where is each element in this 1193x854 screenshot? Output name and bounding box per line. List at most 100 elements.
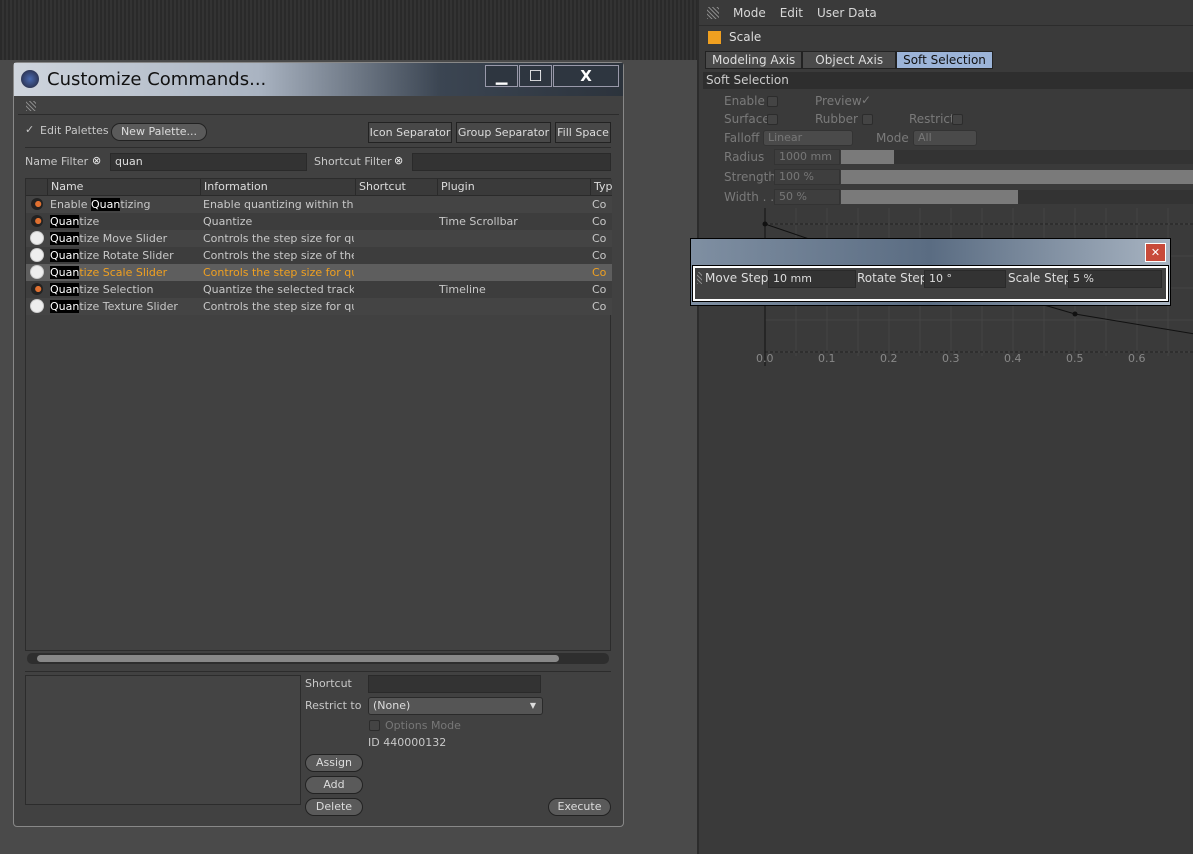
strength-label: Strength xyxy=(724,170,776,184)
table-row[interactable]: Enable Quantizing Enable quantizing with… xyxy=(26,196,612,213)
icon-separator-button[interactable]: Icon Separator xyxy=(368,122,452,143)
customize-commands-dialog: Customize Commands... ▁ ☐ X ✓ Edit Palet… xyxy=(13,62,624,827)
palette-preview xyxy=(25,675,301,805)
assign-button[interactable]: Assign xyxy=(305,754,363,772)
grip-icon[interactable] xyxy=(707,6,719,19)
width-label: Width . . xyxy=(724,190,775,204)
width-slider[interactable] xyxy=(841,190,1193,204)
falloff-label: Falloff xyxy=(724,131,760,145)
row-information: Quantize the selected track xyxy=(203,283,354,296)
row-plugin: Time Scrollbar xyxy=(439,215,518,228)
row-name: Quantize Selection xyxy=(50,283,154,296)
command-id: ID 440000132 xyxy=(368,736,447,749)
name-filter-label: Name Filter xyxy=(25,155,89,168)
menu-mode[interactable]: Mode xyxy=(733,6,766,20)
rotate-step-field[interactable]: 10 ° xyxy=(924,270,1006,288)
table-row[interactable]: Quantize Rotate Slider Controls the step… xyxy=(26,247,612,264)
gear-icon xyxy=(31,266,43,278)
section-header: Soft Selection xyxy=(703,72,1193,89)
surface-label: Surface xyxy=(724,112,770,126)
mode-dropdown[interactable]: All xyxy=(913,130,977,146)
gear-icon xyxy=(31,232,43,244)
x-tick-label: 0.1 xyxy=(818,352,836,365)
dialog-title: Customize Commands... xyxy=(47,69,267,90)
scale-tool-icon xyxy=(708,31,721,44)
row-type: Co xyxy=(592,249,607,262)
row-name: Quantize Move Slider xyxy=(50,232,168,245)
timeline-icon xyxy=(31,283,43,295)
rubber-checkbox[interactable] xyxy=(862,114,873,125)
attribute-manager: Mode Edit User Data Scale Modeling Axis … xyxy=(697,0,1193,854)
new-palette-button[interactable]: New Palette... xyxy=(111,123,207,141)
radius-slider[interactable] xyxy=(841,150,1193,164)
quantize-palette: ✕ Move Step 10 mm Rotate Step 10 ° Scale… xyxy=(690,238,1171,306)
clear-name-filter-icon[interactable]: ⊗ xyxy=(92,154,101,167)
scrollbar-thumb[interactable] xyxy=(37,655,559,662)
col-plugin[interactable]: Plugin xyxy=(437,179,590,196)
add-button[interactable]: Add xyxy=(305,776,363,794)
menu-user-data[interactable]: User Data xyxy=(817,6,877,20)
scale-step-field[interactable]: 5 % xyxy=(1068,270,1162,288)
table-row[interactable]: Quantize Move Slider Controls the step s… xyxy=(26,230,612,247)
col-information[interactable]: Information xyxy=(200,179,355,196)
row-name: Enable Quantizing xyxy=(50,198,151,211)
fill-space-button[interactable]: Fill Space xyxy=(555,122,611,143)
restrict-checkbox[interactable] xyxy=(952,114,963,125)
falloff-dropdown[interactable]: Linear xyxy=(763,130,853,146)
strength-field[interactable]: 100 % xyxy=(774,169,840,185)
minimize-button[interactable]: ▁ xyxy=(485,65,518,87)
row-information: Controls the step size for qu xyxy=(203,232,354,245)
table-row[interactable]: Quantize Selection Quantize the selected… xyxy=(26,281,612,298)
tab-modeling-axis[interactable]: Modeling Axis xyxy=(705,51,803,69)
col-type[interactable]: Typ xyxy=(590,179,612,196)
clear-shortcut-filter-icon[interactable]: ⊗ xyxy=(394,154,403,167)
x-tick-label: 0.4 xyxy=(1004,352,1022,365)
shortcut-filter-input[interactable] xyxy=(412,153,611,171)
close-button[interactable]: X xyxy=(553,65,619,87)
row-information: Enable quantizing within the xyxy=(203,198,354,211)
table-row[interactable]: Quantize Texture Slider Controls the ste… xyxy=(26,298,612,315)
name-filter-input[interactable]: quan xyxy=(110,153,307,171)
options-mode-label: Options Mode xyxy=(385,719,461,732)
row-information: Quantize xyxy=(203,215,253,228)
enable-checkbox[interactable] xyxy=(767,96,778,107)
preview-check-icon[interactable]: ✓ xyxy=(861,93,871,107)
menu-edit[interactable]: Edit xyxy=(780,6,803,20)
tab-soft-selection[interactable]: Soft Selection xyxy=(896,51,993,69)
execute-button[interactable]: Execute xyxy=(548,798,611,816)
surface-checkbox[interactable] xyxy=(767,114,778,125)
viewport-top xyxy=(0,0,697,60)
restrict-dropdown[interactable]: (None) ▼ xyxy=(368,697,543,715)
edit-palettes-check-icon[interactable]: ✓ xyxy=(25,123,34,136)
close-icon[interactable]: ✕ xyxy=(1145,243,1166,262)
strength-slider[interactable] xyxy=(841,170,1193,184)
timeline-icon xyxy=(31,215,43,227)
table-row[interactable]: Quantize Quantize Time Scrollbar Co xyxy=(26,213,612,230)
row-type: Co xyxy=(592,198,607,211)
options-mode-checkbox[interactable] xyxy=(369,720,380,731)
shortcut-input[interactable] xyxy=(368,675,541,693)
shortcut-filter-label: Shortcut Filter xyxy=(314,155,392,168)
radius-field[interactable]: 1000 mm xyxy=(774,149,840,165)
row-name: Quantize xyxy=(50,215,100,228)
maximize-button[interactable]: ☐ xyxy=(519,65,552,87)
horizontal-scrollbar[interactable] xyxy=(27,653,609,664)
row-information: Controls the step size for qu xyxy=(203,266,354,279)
col-shortcut[interactable]: Shortcut xyxy=(355,179,437,196)
table-row[interactable]: Quantize Scale Slider Controls the step … xyxy=(26,264,612,281)
title-bar[interactable]: Customize Commands... ▁ ☐ X xyxy=(14,63,623,96)
delete-button[interactable]: Delete xyxy=(305,798,363,816)
scale-step-label: Scale Step xyxy=(1008,271,1072,285)
width-field[interactable]: 50 % xyxy=(774,189,840,205)
row-name: Quantize Scale Slider xyxy=(50,266,168,279)
grip-icon[interactable] xyxy=(26,101,36,111)
grip-icon[interactable] xyxy=(697,272,702,284)
radius-label: Radius xyxy=(724,150,765,164)
group-separator-button[interactable]: Group Separator xyxy=(456,122,551,143)
restrict-label: Restrict to xyxy=(305,699,362,712)
move-step-field[interactable]: 10 mm xyxy=(768,270,856,288)
col-name[interactable]: Name xyxy=(47,179,200,196)
x-tick-label: 0.5 xyxy=(1066,352,1084,365)
tab-object-axis[interactable]: Object Axis xyxy=(802,51,897,69)
row-name: Quantize Texture Slider xyxy=(50,300,178,313)
